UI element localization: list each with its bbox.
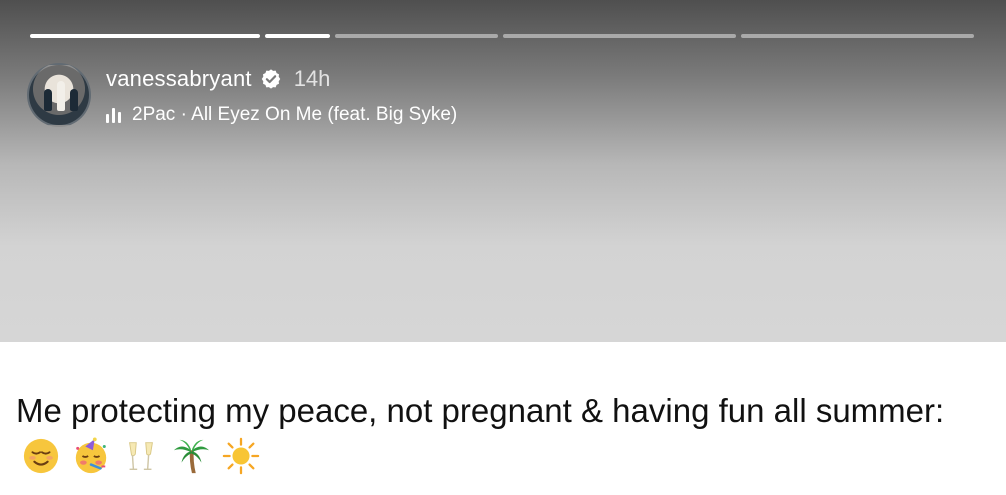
username[interactable]: vanessabryant bbox=[106, 66, 252, 92]
story-header-background: vanessabryant 14h 2Pac · All Eyez On Me … bbox=[0, 0, 1006, 342]
story-progress-segment bbox=[265, 34, 330, 38]
story-progress-segment bbox=[741, 34, 974, 38]
sun-icon bbox=[222, 437, 260, 475]
story-progress-segment bbox=[335, 34, 498, 38]
story-progress-fill bbox=[30, 34, 260, 38]
post-time: 14h bbox=[293, 66, 331, 91]
music-track-label: 2Pac · All Eyez On Me (feat. Big Syke) bbox=[132, 104, 458, 125]
partying-face-icon bbox=[75, 437, 107, 474]
user-info: vanessabryant 14h bbox=[106, 66, 330, 92]
verified-badge-icon bbox=[261, 69, 280, 89]
story-progress-segment bbox=[503, 34, 736, 38]
emoji-row bbox=[22, 437, 260, 475]
story-progress-segment bbox=[30, 34, 260, 38]
palm-tree-icon bbox=[173, 439, 210, 474]
music-bars-icon bbox=[106, 107, 121, 123]
story-progress-fill bbox=[265, 34, 330, 38]
story-progress-bar bbox=[30, 34, 974, 38]
champagne-glasses-icon bbox=[129, 442, 153, 471]
relieved-face-icon bbox=[23, 438, 59, 474]
caption-text: Me protecting my peace, not pregnant & h… bbox=[16, 392, 945, 429]
caption-text-block: Me protecting my peace, not pregnant & h… bbox=[16, 388, 991, 478]
avatar[interactable] bbox=[27, 63, 91, 127]
music-attribution[interactable]: 2Pac · All Eyez On Me (feat. Big Syke) bbox=[106, 104, 457, 126]
